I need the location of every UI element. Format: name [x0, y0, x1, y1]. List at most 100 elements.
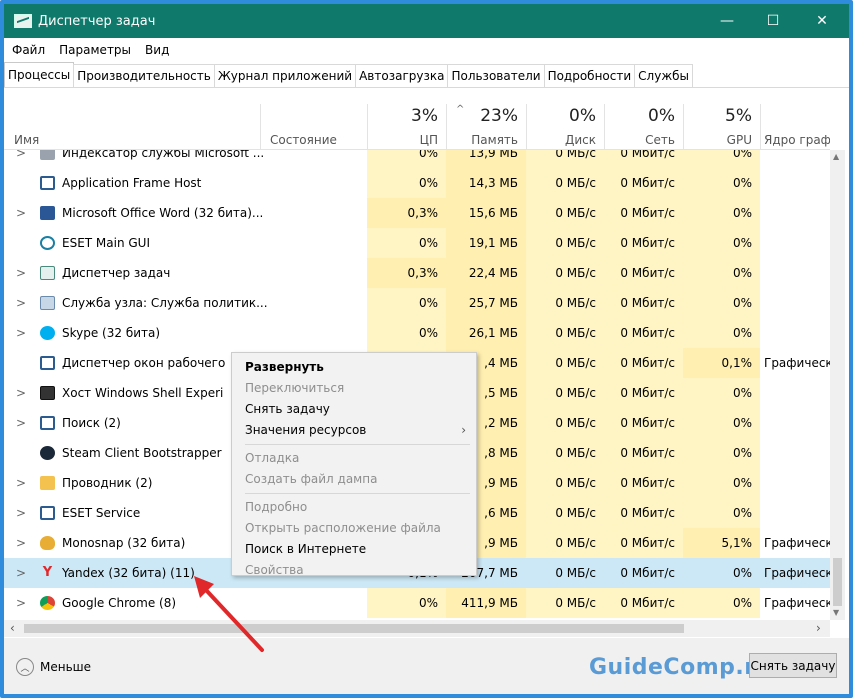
table-row[interactable]: ESET Main GUI 0% 19,1 МБ 0 МБ/с 0 Мбит/с 0% — [4, 228, 830, 258]
tab-processes[interactable]: Процессы — [4, 62, 75, 87]
disk-value: 0 МБ/с — [526, 498, 604, 528]
minimize-button[interactable]: — — [704, 4, 750, 38]
expand-chevron-icon[interactable]: > — [16, 150, 26, 168]
title-bar[interactable]: Диспетчер задач — ☐ ✕ — [4, 4, 849, 38]
context-menu-item[interactable]: Значения ресурсов › — [232, 420, 476, 441]
col-memory[interactable]: 23% Память — [446, 104, 526, 150]
network-value: 0 Мбит/с — [604, 528, 683, 558]
end-task-button[interactable]: Снять задачу — [749, 653, 837, 678]
col-name[interactable]: Имя — [4, 104, 260, 150]
scrollbar-thumb[interactable] — [24, 624, 684, 633]
expand-chevron-icon[interactable]: > — [16, 198, 26, 228]
expand-chevron-icon[interactable]: > — [16, 258, 26, 288]
scroll-right-icon[interactable]: › — [816, 620, 821, 637]
col-disk-label: Диск — [564, 133, 596, 147]
cpu-total: 3% — [411, 106, 438, 126]
vertical-scrollbar[interactable]: ▲ ▼ — [830, 150, 845, 620]
col-cpu-label: ЦП — [419, 133, 438, 147]
col-gpu[interactable]: 5% GPU — [683, 104, 760, 150]
expand-chevron-icon[interactable]: > — [16, 498, 26, 528]
scroll-up-icon[interactable]: ▲ — [833, 152, 839, 161]
scroll-down-icon[interactable]: ▼ — [833, 608, 839, 617]
menu-options[interactable]: Параметры — [51, 43, 137, 57]
task-manager-icon — [14, 14, 32, 28]
col-gpu-engine[interactable]: Ядро графич — [760, 104, 830, 150]
process-name: Microsoft Office Word (32 бита)... — [62, 206, 264, 220]
expand-chevron-icon[interactable]: > — [16, 588, 26, 618]
gpu-value: 5,1% — [683, 528, 760, 558]
table-row[interactable]: > Диспетчер задач 0,3% 22,4 МБ 0 МБ/с 0 Мбит/… — [4, 258, 830, 288]
gpu-engine-value — [764, 258, 830, 288]
network-value: 0 Мбит/с — [604, 168, 683, 198]
table-row[interactable]: > Microsoft Office Word (32 бита)... 0,3% 1… — [4, 198, 830, 228]
context-menu: Развернуть Переключиться Снять задачу Значе… — [231, 352, 477, 577]
table-row[interactable]: > Индексатор службы Microsoft ... 0% 13,9 М… — [4, 150, 830, 168]
chevron-up-icon: ︿ — [16, 658, 34, 676]
cpu-value: 0,3% — [367, 198, 446, 228]
expand-chevron-icon[interactable]: > — [16, 408, 26, 438]
process-name: ESET Main GUI — [62, 236, 151, 250]
process-name: Google Chrome (8) — [62, 596, 177, 610]
context-menu-item: Переключиться — [232, 378, 476, 399]
col-status[interactable]: Состояние — [260, 104, 367, 150]
watermark: GuideComp.ru — [589, 655, 772, 680]
menu-file[interactable]: Файл — [4, 43, 51, 57]
horizontal-scrollbar[interactable]: ‹ › — [4, 620, 830, 637]
tab-details[interactable]: Подробности — [543, 64, 636, 87]
scrollbar-thumb[interactable] — [833, 558, 842, 606]
context-menu-item[interactable]: Снять задачу — [232, 399, 476, 420]
gpu-value: 0% — [683, 468, 760, 498]
expand-chevron-icon[interactable]: > — [16, 528, 26, 558]
disk-value: 0 МБ/с — [526, 258, 604, 288]
maximize-button[interactable]: ☐ — [750, 4, 796, 38]
memory-value: 411,9 МБ — [446, 588, 526, 618]
disk-value: 0 МБ/с — [526, 528, 604, 558]
fewer-details-button[interactable]: ︿ Меньше — [16, 658, 91, 676]
tab-app-history[interactable]: Журнал приложений — [213, 64, 357, 87]
table-row[interactable]: > Служба узла: Служба политик... 0% 25,7 МБ… — [4, 288, 830, 318]
tab-startup[interactable]: Автозагрузка — [355, 64, 449, 87]
gpu-value: 0% — [683, 150, 760, 168]
gpu-value: 0% — [732, 566, 752, 580]
context-menu-label: Создать файл дампа — [245, 472, 378, 486]
context-menu-label: Развернуть — [245, 360, 324, 374]
gpu-value: 0% — [683, 498, 760, 528]
cpu-value: 0% — [367, 150, 446, 168]
expand-chevron-icon[interactable]: > — [16, 378, 26, 408]
context-menu-label: Свойства — [245, 563, 304, 577]
col-cpu[interactable]: 3% ЦП — [367, 104, 446, 150]
table-row[interactable]: Application Frame Host 0% 14,3 МБ 0 МБ/с 0 М… — [4, 168, 830, 198]
gpu-value: 0% — [683, 408, 760, 438]
indexer-icon — [40, 150, 55, 160]
expand-chevron-icon[interactable]: > — [16, 558, 26, 588]
tab-users[interactable]: Пользователи — [447, 64, 545, 87]
expand-chevron-icon[interactable]: > — [16, 318, 26, 348]
gpu-engine-value — [764, 378, 830, 408]
gpu-engine-value — [764, 150, 830, 168]
context-menu-item[interactable]: Развернуть — [232, 357, 476, 378]
app-frame-icon — [40, 176, 55, 190]
context-menu-item[interactable]: Поиск в Интернете — [232, 539, 476, 560]
expand-chevron-icon[interactable]: > — [16, 288, 26, 318]
network-value: 0 Мбит/с — [604, 588, 683, 618]
tab-performance[interactable]: Производительность — [73, 64, 215, 87]
col-memory-label: Память — [471, 133, 518, 147]
close-button[interactable]: ✕ — [799, 4, 845, 38]
tab-services[interactable]: Службы — [634, 64, 694, 87]
network-value: 0 Мбит/с — [604, 468, 683, 498]
table-row[interactable]: > Skype (32 бита) 0% 26,1 МБ 0 МБ/с 0 Мбит/с 0… — [4, 318, 830, 348]
gpu-value: 0% — [683, 168, 760, 198]
disk-value: 0 МБ/с — [526, 168, 604, 198]
context-menu-item: Создать файл дампа — [232, 469, 476, 490]
col-network[interactable]: 0% Сеть — [604, 104, 683, 150]
expand-chevron-icon[interactable]: > — [16, 468, 26, 498]
table-row[interactable]: > Google Chrome (8) 0% 411,9 МБ 0 МБ/с 0 Мбит… — [4, 588, 830, 618]
scroll-left-icon[interactable]: ‹ — [10, 620, 15, 637]
network-value: 0 Мбит/с — [604, 258, 683, 288]
menu-view[interactable]: Вид — [137, 43, 175, 57]
word-icon — [40, 206, 55, 220]
process-name: Служба узла: Служба политик... — [62, 296, 268, 310]
col-disk[interactable]: 0% Диск — [526, 104, 604, 150]
gpu-value: 0% — [683, 318, 760, 348]
col-gpu-engine-label: Ядро графич — [764, 133, 830, 147]
